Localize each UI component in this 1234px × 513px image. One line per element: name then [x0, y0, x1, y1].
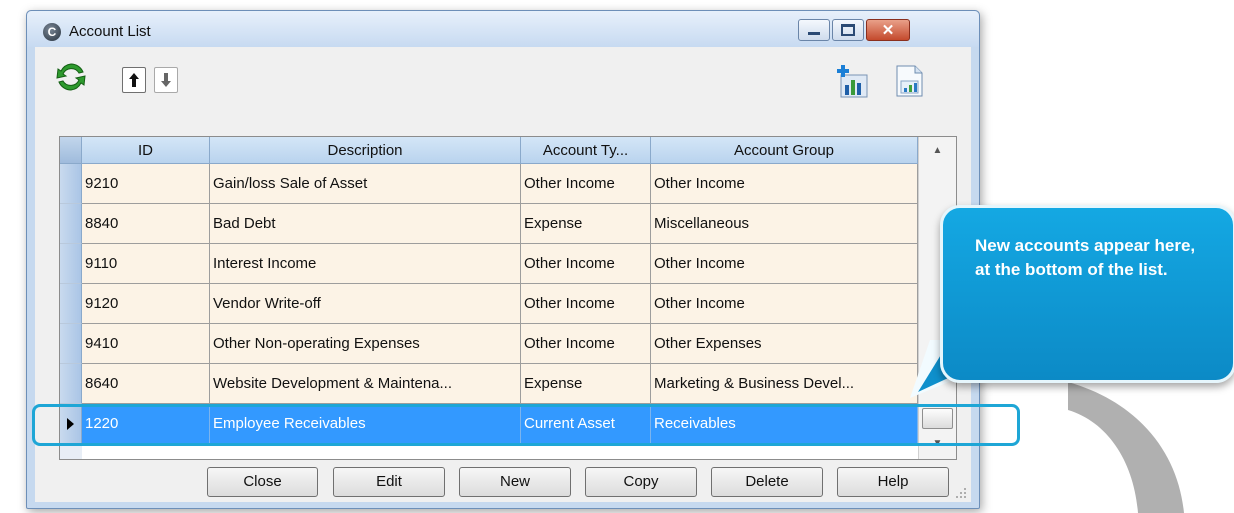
cell-id: 8640 — [82, 364, 210, 404]
cell-id: 9120 — [82, 284, 210, 324]
copy-button[interactable]: Copy — [585, 467, 697, 497]
app-icon: C — [43, 23, 61, 41]
grid-header: ID Description Account Ty... Account Gro… — [60, 137, 956, 164]
close-window-button[interactable]: ✕ — [866, 19, 910, 41]
cell-account-type: Other Income — [521, 284, 651, 324]
cell-id: 8840 — [82, 204, 210, 244]
cell-account-type: Expense — [521, 204, 651, 244]
close-icon: ✕ — [881, 21, 895, 39]
row-selector[interactable] — [60, 364, 82, 404]
table-row[interactable]: 9410 Other Non-operating Expenses Other … — [60, 324, 918, 364]
new-account-highlight — [32, 404, 1020, 446]
column-header-id[interactable]: ID — [82, 137, 210, 164]
cell-account-group: Other Income — [651, 284, 918, 324]
cell-account-group: Marketing & Business Devel... — [651, 364, 918, 404]
minimize-button[interactable] — [798, 19, 830, 41]
arrow-up-icon — [129, 73, 139, 87]
help-button[interactable]: Help — [837, 467, 949, 497]
maximize-icon — [841, 24, 855, 36]
arrow-down-icon — [161, 73, 171, 87]
cell-account-group: Other Expenses — [651, 324, 918, 364]
export-report-icon[interactable] — [891, 63, 927, 99]
cell-description: Other Non-operating Expenses — [210, 324, 521, 364]
move-up-button[interactable] — [122, 67, 146, 93]
row-selector[interactable] — [60, 324, 82, 364]
table-row[interactable]: 9120 Vendor Write-off Other Income Other… — [60, 284, 918, 324]
close-button[interactable]: Close — [207, 467, 318, 497]
row-selector[interactable] — [60, 164, 82, 204]
cell-account-type: Expense — [521, 364, 651, 404]
new-button[interactable]: New — [459, 467, 571, 497]
callout-bubble: New accounts appear here, at the bottom … — [940, 205, 1234, 383]
cell-description: Bad Debt — [210, 204, 521, 244]
cell-description: Vendor Write-off — [210, 284, 521, 324]
row-selector[interactable] — [60, 244, 82, 284]
cell-description: Interest Income — [210, 244, 521, 284]
window-title: Account List — [69, 23, 151, 40]
table-row[interactable]: 8640 Website Development & Maintena... E… — [60, 364, 918, 404]
cell-id: 9210 — [82, 164, 210, 204]
resize-grip-icon[interactable] — [955, 487, 967, 499]
callout-text: New accounts appear here, at the bottom … — [975, 236, 1196, 279]
cell-account-group: Other Income — [651, 244, 918, 284]
column-header-description[interactable]: Description — [210, 137, 521, 164]
cell-account-group: Other Income — [651, 164, 918, 204]
cell-id: 9410 — [82, 324, 210, 364]
delete-button[interactable]: Delete — [711, 467, 823, 497]
cell-account-type: Other Income — [521, 244, 651, 284]
minimize-icon — [808, 32, 820, 35]
refresh-icon[interactable] — [55, 61, 87, 93]
row-selector[interactable] — [60, 284, 82, 324]
scroll-up-icon[interactable]: ▲ — [919, 137, 956, 164]
column-header-account-type[interactable]: Account Ty... — [521, 137, 651, 164]
edit-button[interactable]: Edit — [333, 467, 445, 497]
table-row[interactable]: 8840 Bad Debt Expense Miscellaneous — [60, 204, 918, 244]
cell-description: Gain/loss Sale of Asset — [210, 164, 521, 204]
cell-account-group: Miscellaneous — [651, 204, 918, 244]
table-row[interactable]: 9210 Gain/loss Sale of Asset Other Incom… — [60, 164, 918, 204]
column-header-account-group[interactable]: Account Group — [651, 137, 918, 164]
maximize-button[interactable] — [832, 19, 864, 41]
cell-description: Website Development & Maintena... — [210, 364, 521, 404]
move-down-button[interactable] — [154, 67, 178, 93]
add-report-icon[interactable] — [835, 63, 871, 99]
row-selector[interactable] — [60, 204, 82, 244]
cell-account-type: Other Income — [521, 324, 651, 364]
header-corner — [60, 137, 82, 164]
cell-id: 9110 — [82, 244, 210, 284]
cell-account-type: Other Income — [521, 164, 651, 204]
table-row[interactable]: 9110 Interest Income Other Income Other … — [60, 244, 918, 284]
